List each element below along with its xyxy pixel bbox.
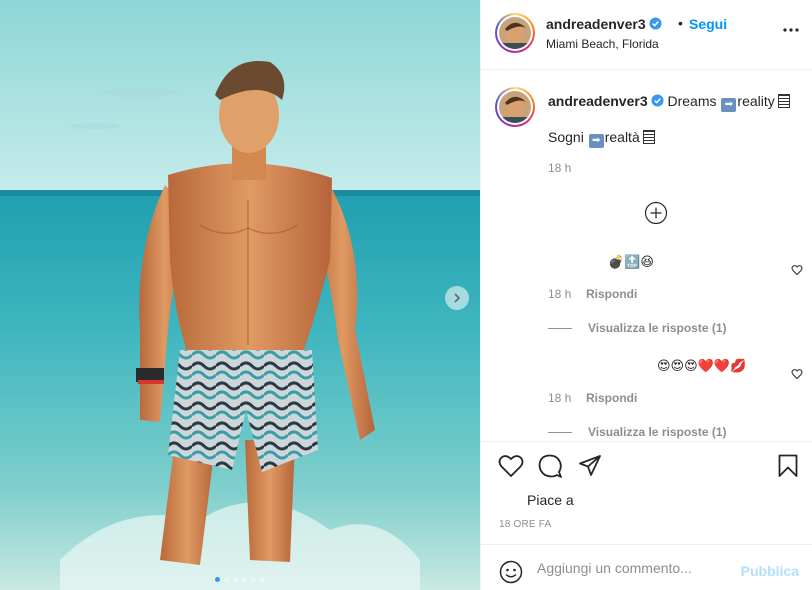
caption-text: realtà xyxy=(604,129,640,145)
caption-line-2: Sogni ➡ realtà xyxy=(548,129,655,148)
posted-time[interactable]: 18 ORE FA xyxy=(499,519,551,530)
add-comment-bar: Pubblica xyxy=(481,544,812,590)
avatar-image xyxy=(499,17,531,49)
likes-text[interactable]: Piace a xyxy=(527,492,574,508)
view-replies-button[interactable]: Visualizza le risposte (1) xyxy=(548,321,727,335)
signal-bars-emoji-icon xyxy=(777,94,790,108)
verified-badge-icon xyxy=(651,94,664,107)
comment-text: 💣🔝😆 xyxy=(608,254,654,269)
carousel-dot xyxy=(260,577,265,582)
divider-line xyxy=(548,431,572,433)
verified-badge-icon xyxy=(649,17,662,30)
publish-button[interactable]: Pubblica xyxy=(741,563,799,579)
comment-time: 18 h xyxy=(548,391,572,405)
view-replies-label: Visualizza le risposte (1) xyxy=(588,321,727,335)
post-photo[interactable] xyxy=(0,0,480,590)
save-icon[interactable] xyxy=(778,454,798,478)
comment-input[interactable] xyxy=(537,555,727,581)
next-photo-button[interactable] xyxy=(445,286,469,310)
right-arrow-emoji-icon: ➡ xyxy=(588,134,604,148)
carousel-dot xyxy=(215,577,220,582)
caption-text: Sogni xyxy=(548,129,584,145)
username-text: andreadenver3 xyxy=(546,16,646,32)
comment-time: 18 h xyxy=(548,287,572,301)
follow-button[interactable]: Segui xyxy=(689,16,727,32)
carousel-dot xyxy=(224,577,229,582)
carousel-dot xyxy=(233,577,238,582)
avatar[interactable] xyxy=(495,13,535,53)
post-image xyxy=(0,0,480,590)
like-comment-heart-icon[interactable] xyxy=(791,368,803,380)
comment-text: 😍😍😍❤️❤️💋 xyxy=(657,358,747,373)
carousel-dot xyxy=(251,577,256,582)
emoji-smiley-icon[interactable] xyxy=(499,560,523,584)
avatar-image xyxy=(499,91,531,123)
comment-icon[interactable] xyxy=(538,454,563,479)
comments-list[interactable]: andreadenver3 Dreams ➡ reality Sogni ➡ rea… xyxy=(481,71,812,441)
username[interactable]: andreadenver3 xyxy=(546,16,662,32)
more-dots-icon[interactable] xyxy=(783,28,799,32)
caption-line-1: andreadenver3 Dreams ➡ reality xyxy=(548,93,790,112)
reply-button[interactable]: Rispondi xyxy=(586,287,637,301)
caption-username[interactable]: andreadenver3 xyxy=(548,93,648,109)
post-header: andreadenver3 • Segui Miami Beach, Flori… xyxy=(481,0,812,70)
location-link[interactable]: Miami Beach, Florida xyxy=(546,37,659,51)
view-replies-button[interactable]: Visualizza le risposte (1) xyxy=(548,425,727,439)
right-arrow-emoji-icon: ➡ xyxy=(721,98,737,112)
caption-time: 18 h xyxy=(548,161,572,175)
view-replies-label: Visualizza le risposte (1) xyxy=(588,425,727,439)
carousel-dot xyxy=(242,577,247,582)
load-more-comments-icon[interactable] xyxy=(644,201,668,225)
post-side-panel: andreadenver3 • Segui Miami Beach, Flori… xyxy=(480,0,812,590)
chevron-right-icon xyxy=(454,293,461,303)
share-icon[interactable] xyxy=(578,454,602,478)
follow-separator: • xyxy=(678,15,683,31)
caption-text: reality xyxy=(737,93,775,109)
caption-avatar[interactable] xyxy=(495,87,535,127)
caption-text: Dreams xyxy=(667,93,717,109)
post-actions: Piace a 18 ORE FA xyxy=(481,441,812,544)
like-comment-heart-icon[interactable] xyxy=(791,264,803,276)
signal-bars-emoji-icon xyxy=(642,130,655,144)
divider-line xyxy=(548,327,572,329)
reply-button[interactable]: Rispondi xyxy=(586,391,637,405)
carousel-indicator xyxy=(0,577,480,582)
heart-icon[interactable] xyxy=(498,454,524,478)
